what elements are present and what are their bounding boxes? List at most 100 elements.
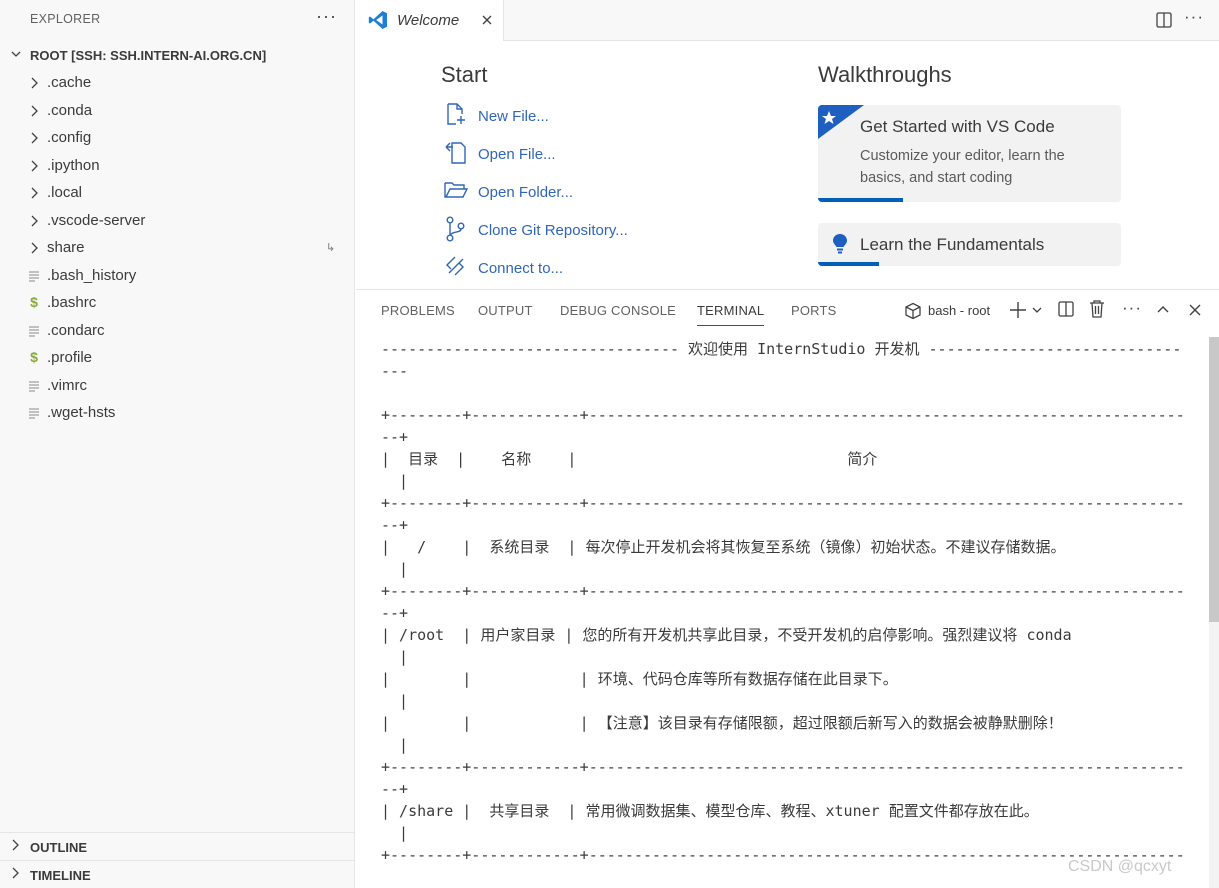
- trash-icon[interactable]: [1088, 299, 1106, 319]
- tree-item[interactable]: .condarc: [0, 318, 355, 345]
- timeline-section[interactable]: TIMELINE: [0, 860, 355, 887]
- close-icon[interactable]: [480, 9, 494, 32]
- explorer-sidebar: EXPLORER ··· ROOT [SSH: SSH.INTERN-AI.OR…: [0, 0, 355, 888]
- tree-item-label: .bash_history: [47, 266, 137, 284]
- tree-item[interactable]: .local: [0, 180, 355, 207]
- open-folder-link[interactable]: Open Folder...: [443, 177, 693, 207]
- tab-output[interactable]: OUTPUT: [478, 303, 533, 318]
- clone-git-label: Clone Git Repository...: [478, 222, 628, 239]
- terminal-line: --+: [381, 428, 409, 446]
- tree-item[interactable]: share ↳: [0, 235, 355, 262]
- open-folder-icon: [444, 182, 469, 198]
- tab-welcome-title: Welcome: [397, 12, 460, 29]
- start-heading: Start: [441, 62, 488, 87]
- terminal-line: | 目录 | 名称 | 简介: [381, 450, 878, 468]
- tree-item[interactable]: .bash_history: [0, 263, 355, 290]
- text-file-icon: [28, 407, 40, 422]
- tree-item-label: .bashrc: [47, 294, 97, 311]
- outline-label: OUTLINE: [30, 840, 88, 855]
- tree-item-label: share: [47, 239, 85, 256]
- chevron-right-icon: [28, 214, 40, 231]
- terminal-line: | /share | 共享目录 | 常用微调数据集、模型仓库、教程、xtuner…: [381, 802, 1039, 820]
- tree-item-label: .vscode-server: [47, 211, 146, 229]
- chevron-right-icon: [9, 838, 21, 855]
- terminal-line: --------------------------------- 欢迎使用 I…: [381, 340, 1182, 358]
- terminal-line: | /root | 用户家目录 | 您的所有开发机共享此目录，不受开发机的启停影…: [381, 626, 1072, 644]
- explorer-root-folder[interactable]: ROOT [SSH: SSH.INTERN-AI.ORG.CN]: [0, 45, 355, 67]
- terminal-line: +--------+------------+-----------------…: [381, 582, 1185, 600]
- terminal-line: --+: [381, 780, 409, 798]
- tab-problems[interactable]: PROBLEMS: [381, 303, 455, 318]
- clone-git-link[interactable]: Clone Git Repository...: [443, 215, 693, 245]
- terminal-line: | | | 【注意】该目录有存储限额，超过限额后新写入的数据会被静默删除！: [381, 714, 1063, 732]
- tree-item-label: .cache: [47, 74, 92, 91]
- timeline-label: TIMELINE: [30, 868, 91, 883]
- git-branch-icon: [446, 216, 465, 242]
- walkthrough-get-started[interactable]: Get Started with VS Code Customize your …: [818, 105, 1121, 202]
- tab-ports[interactable]: PORTS: [791, 303, 837, 318]
- maximize-panel-icon[interactable]: [1155, 302, 1171, 318]
- walkthrough-title: Learn the Fundamentals: [860, 235, 1045, 254]
- terminal-line: +--------+------------+-----------------…: [381, 406, 1185, 424]
- chevron-down-icon[interactable]: [1031, 304, 1043, 316]
- explorer-more-icon[interactable]: ···: [316, 6, 337, 27]
- terminal-line: --+: [381, 516, 409, 534]
- tree-item[interactable]: .wget-hsts: [0, 400, 355, 427]
- terminal-scrollbar-thumb[interactable]: [1209, 337, 1219, 622]
- connect-to-label: Connect to...: [478, 260, 564, 277]
- panel-more-icon[interactable]: ···: [1122, 298, 1142, 318]
- tab-debug-console[interactable]: DEBUG CONSOLE: [560, 303, 676, 318]
- chevron-down-icon: [10, 48, 22, 63]
- terminal-line: --+: [381, 604, 409, 622]
- tree-item[interactable]: $ .bashrc: [0, 290, 355, 317]
- tree-item[interactable]: $ .profile: [0, 345, 355, 372]
- connect-to-link[interactable]: Connect to...: [443, 253, 693, 283]
- tab-terminal[interactable]: TERMINAL: [697, 303, 765, 326]
- tree-item-label: .config: [47, 129, 92, 146]
- terminal-line: |: [381, 824, 409, 842]
- tree-item[interactable]: .vscode-server: [0, 208, 355, 235]
- split-editor-icon[interactable]: [1155, 11, 1173, 34]
- open-folder-label: Open Folder...: [478, 184, 574, 201]
- chevron-right-icon: [28, 76, 40, 93]
- explorer-root-label: ROOT [SSH: SSH.INTERN-AI.ORG.CN]: [30, 48, 267, 63]
- tree-item[interactable]: .cache: [0, 70, 355, 97]
- terminal-line: |: [381, 736, 409, 754]
- editor-more-icon[interactable]: ···: [1184, 7, 1204, 27]
- terminal-line: +--------+------------+-----------------…: [381, 758, 1185, 776]
- tree-item-label: .wget-hsts: [47, 404, 116, 421]
- tree-item[interactable]: .ipython: [0, 153, 355, 180]
- chevron-right-icon: [28, 104, 40, 121]
- chevron-right-icon: [28, 241, 40, 258]
- add-terminal-icon[interactable]: [1008, 300, 1028, 320]
- remote-connect-icon: [446, 256, 464, 276]
- open-file-link[interactable]: Open File...: [443, 139, 693, 169]
- text-file-icon: [28, 380, 40, 395]
- terminal-line: ---: [381, 362, 409, 380]
- terminal-line: +--------+------------+-----------------…: [381, 846, 1185, 864]
- close-panel-icon[interactable]: [1187, 302, 1203, 318]
- tree-item[interactable]: .conda: [0, 98, 355, 125]
- walkthrough-title: Get Started with VS Code: [860, 117, 1055, 136]
- walkthrough-fundamentals[interactable]: Learn the Fundamentals: [818, 223, 1121, 266]
- terminal-line: +--------+------------+-----------------…: [381, 494, 1185, 512]
- tree-item[interactable]: .vimrc: [0, 373, 355, 400]
- shell-file-icon: $: [30, 349, 38, 365]
- symlink-arrow-icon: ↳: [326, 242, 336, 254]
- tree-item[interactable]: .config: [0, 125, 355, 152]
- tab-welcome[interactable]: Welcome: [356, 0, 504, 41]
- split-terminal-icon[interactable]: [1057, 300, 1075, 318]
- walkthrough-description: Customize your editor, learn the basics,…: [860, 148, 1065, 186]
- chevron-right-icon: [28, 159, 40, 176]
- tree-item-label: .vimrc: [47, 376, 87, 394]
- tree-item-label: .profile: [47, 349, 93, 366]
- outline-section[interactable]: OUTLINE: [0, 832, 355, 859]
- terminal-shell-label[interactable]: bash - root: [928, 303, 990, 318]
- new-file-link[interactable]: New File...: [443, 101, 693, 131]
- shell-file-icon: $: [30, 294, 38, 310]
- tree-item-label: .condarc: [47, 321, 105, 339]
- explorer-header: EXPLORER: [30, 12, 101, 26]
- tree-item-label: .local: [47, 184, 83, 201]
- new-file-icon: [447, 103, 465, 125]
- star-icon: [818, 105, 864, 139]
